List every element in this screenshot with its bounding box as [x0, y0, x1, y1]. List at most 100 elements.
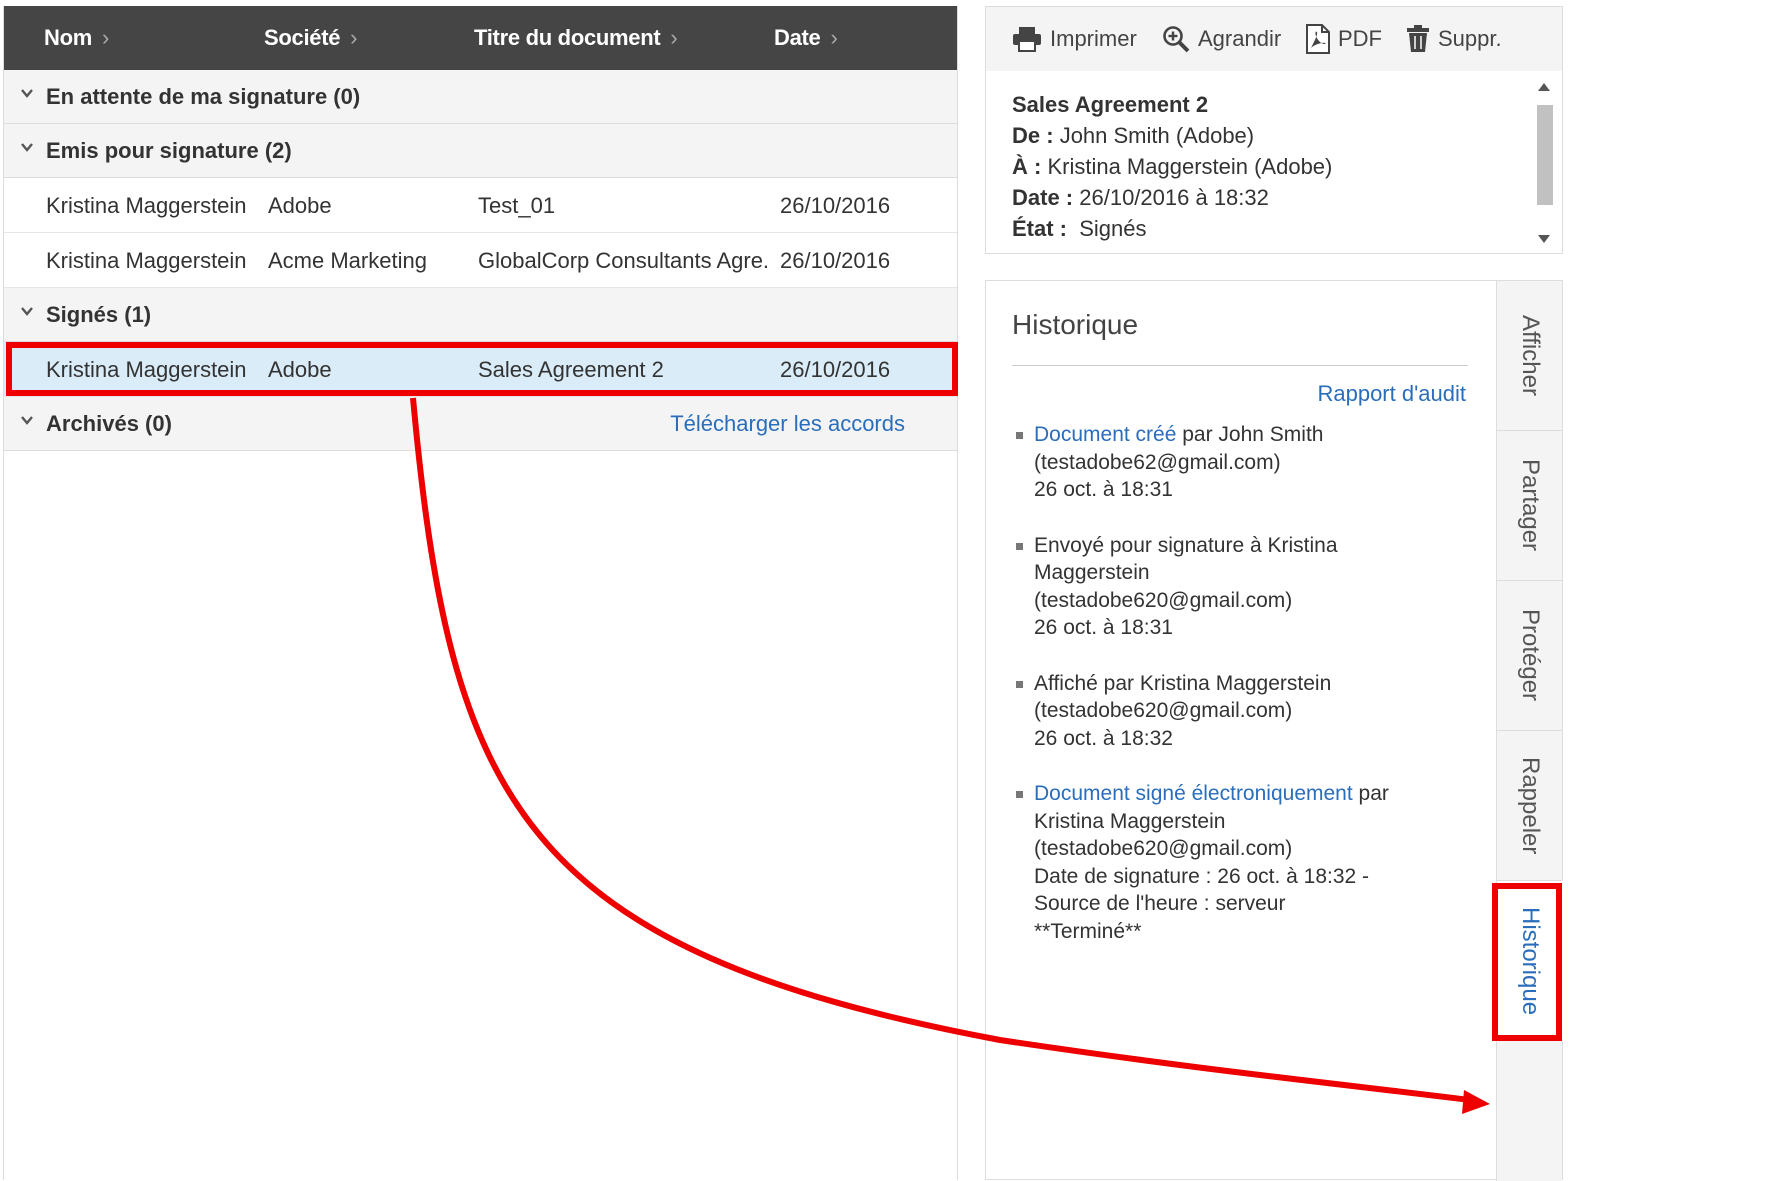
column-header-bar: Nom › Société › Titre du document › Date › [4, 6, 957, 70]
bullet-icon [1016, 432, 1023, 439]
column-name-label: Nom [44, 25, 92, 50]
from-value: John Smith (Adobe) [1059, 123, 1255, 148]
delete-button[interactable]: Suppr. [1406, 7, 1502, 71]
group-archived[interactable]: Archivés (0) Télécharger les accords [4, 397, 957, 451]
zoom-button[interactable]: Agrandir [1162, 7, 1281, 71]
row-name: Kristina Maggerstein [46, 248, 247, 273]
zoom-in-icon [1163, 26, 1190, 53]
print-label: Imprimer [1050, 26, 1137, 51]
event-text: (testadobe620@gmail.com) [1034, 837, 1293, 860]
download-agreements-link[interactable]: Télécharger les accords [670, 397, 905, 451]
from-line: De : John Smith (Adobe) [1012, 120, 1332, 151]
column-company-label: Société [264, 25, 341, 50]
history-event: Document créé par John Smith (testadobe6… [1012, 421, 1462, 504]
chevron-down-icon [21, 143, 33, 152]
column-title-header[interactable]: Titre du document › [474, 6, 678, 70]
pdf-file-icon [1306, 24, 1330, 54]
row-name: Kristina Maggerstein [46, 193, 247, 218]
event-text: Maggerstein [1034, 561, 1150, 584]
highlight-box-selected-row [6, 342, 958, 396]
event-time: 26 oct. à 18:32 [1034, 726, 1173, 750]
tab-afficher[interactable]: Afficher [1497, 281, 1563, 431]
tab-rappeler[interactable]: Rappeler [1497, 731, 1563, 881]
column-title-label: Titre du document [474, 25, 661, 50]
scroll-up-icon[interactable] [1538, 83, 1550, 91]
divider [1012, 365, 1468, 366]
column-name-header[interactable]: Nom › [44, 6, 109, 70]
trash-icon [1407, 25, 1429, 52]
group-signed[interactable]: Signés (1) [4, 288, 957, 342]
group-sent[interactable]: Emis pour signature (2) [4, 124, 957, 178]
history-events: Document créé par John Smith (testadobe6… [1012, 421, 1462, 973]
event-text: par [1352, 782, 1389, 805]
group-archived-label: Archivés (0) [46, 411, 172, 436]
document-preview-panel: Imprimer Agrandir PDF Suppr. Sales Agree… [985, 6, 1563, 254]
row-title: GlobalCorp Consultants Agre... [478, 248, 770, 273]
document-signed-link[interactable]: Document signé électroniquement [1034, 782, 1353, 805]
history-event: Affiché par Kristina Maggerstein (testad… [1012, 670, 1462, 753]
chevron-right-icon: › [670, 25, 678, 50]
to-line: À : Kristina Maggerstein (Adobe) [1012, 151, 1332, 182]
event-text: Affiché par Kristina Maggerstein [1034, 671, 1332, 695]
details-scrollbar[interactable] [1534, 77, 1554, 249]
bullet-icon [1016, 542, 1023, 550]
row-date: 26/10/2016 [780, 193, 891, 218]
history-event: Document signé électroniquement par Kris… [1012, 780, 1462, 945]
list-item[interactable]: Kristina Maggerstein Adobe Test_01 26/10… [4, 178, 957, 233]
chevron-right-icon: › [350, 25, 358, 50]
state-value: Signés [1079, 216, 1147, 241]
event-text: par John Smith [1176, 423, 1324, 446]
document-details: Sales Agreement 2 De : John Smith (Adobe… [1012, 89, 1332, 244]
delete-label: Suppr. [1438, 26, 1502, 51]
state-line: État : Signés [1012, 213, 1332, 244]
tab-partager[interactable]: Partager [1497, 431, 1563, 581]
date-line: Date : 26/10/2016 à 18:32 [1012, 182, 1332, 213]
column-company-header[interactable]: Société › [264, 6, 358, 70]
row-company: Acme Marketing [268, 248, 427, 273]
event-text: Envoyé pour signature à Kristina [1034, 533, 1338, 557]
scroll-down-icon[interactable] [1538, 235, 1550, 243]
bullet-icon [1016, 680, 1023, 688]
tab-label: Rappeler [1517, 756, 1544, 855]
event-text: Source de l'heure : serveur [1034, 892, 1286, 915]
pdf-button[interactable]: PDF [1306, 7, 1382, 71]
print-button[interactable]: Imprimer [1012, 7, 1137, 71]
event-text: **Terminé** [1034, 919, 1142, 943]
history-panel: Historique Rapport d'audit Document créé… [985, 280, 1563, 1181]
event-text: Date de signature : 26 oct. à 18:32 - [1034, 864, 1370, 888]
chevron-right-icon: › [830, 25, 838, 50]
highlight-box-history-tab [1492, 883, 1562, 1041]
event-time: 26 oct. à 18:31 [1034, 616, 1173, 639]
preview-toolbar: Imprimer Agrandir PDF Suppr. [986, 7, 1562, 71]
scroll-thumb[interactable] [1537, 105, 1553, 205]
chevron-down-icon [21, 416, 33, 425]
to-label: À : [1012, 154, 1042, 179]
to-value: Kristina Maggerstein (Adobe) [1047, 154, 1333, 179]
printer-icon [1013, 27, 1041, 52]
history-event: Envoyé pour signature à Kristina Maggers… [1012, 532, 1462, 642]
column-date-header[interactable]: Date › [774, 6, 838, 70]
bullet-icon [1016, 791, 1023, 798]
tab-label: Partager [1517, 459, 1544, 552]
document-title: Sales Agreement 2 [1012, 92, 1209, 117]
state-label: État : [1012, 216, 1067, 241]
date-label: Date : [1012, 185, 1074, 210]
audit-report-link[interactable]: Rapport d'audit [1317, 381, 1466, 407]
event-text: (testadobe620@gmail.com) [1034, 699, 1293, 722]
list-item[interactable]: Kristina Maggerstein Acme Marketing Glob… [4, 233, 957, 288]
tab-label: Protéger [1517, 609, 1544, 702]
side-tabs: Afficher Partager Protéger Rappeler Hist… [1496, 281, 1563, 1181]
agreements-list-panel: Nom › Société › Titre du document › Date › E… [3, 6, 958, 1180]
document-created-link[interactable]: Document créé [1034, 423, 1176, 446]
group-sent-label: Emis pour signature (2) [46, 138, 292, 163]
tab-proteger[interactable]: Protéger [1497, 581, 1563, 731]
pdf-label: PDF [1338, 26, 1382, 51]
row-date: 26/10/2016 [780, 248, 891, 273]
from-label: De : [1012, 123, 1054, 148]
group-pending[interactable]: En attente de ma signature (0) [4, 70, 957, 124]
row-company: Adobe [268, 193, 332, 218]
column-date-label: Date [774, 25, 821, 50]
chevron-down-icon [21, 89, 33, 98]
event-text: (testadobe62@gmail.com) [1034, 450, 1281, 474]
group-signed-label: Signés (1) [46, 302, 152, 327]
